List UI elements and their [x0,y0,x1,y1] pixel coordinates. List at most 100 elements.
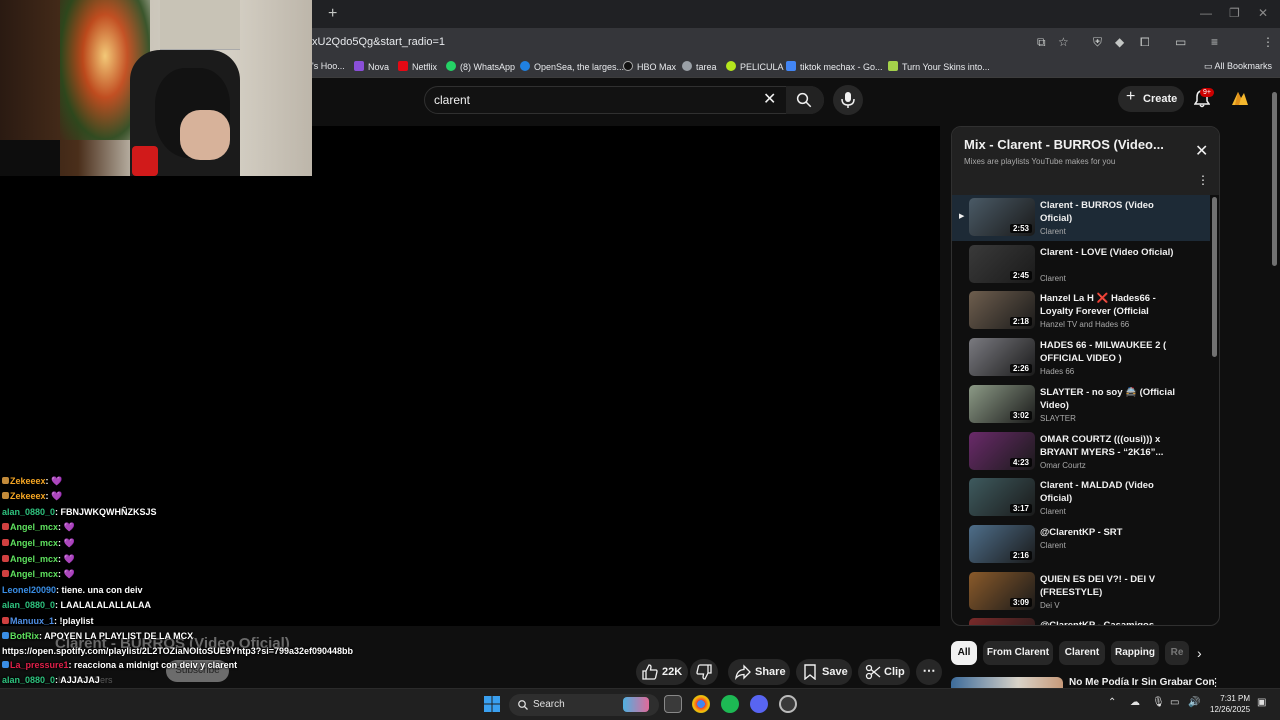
discord-icon[interactable] [750,695,768,713]
playlist-item[interactable]: 2:45 Clarent - LOVE (Video Oficial) Claren… [952,242,1210,288]
playlist-item-title[interactable]: HADES 66 - MILWAUKEE 2 ( OFFICIAL VIDEO … [1040,339,1180,365]
install-app-icon[interactable]: ⧉ [1037,35,1046,50]
bookmark-item[interactable]: Turn Your Skins into... [888,61,990,72]
all-bookmarks-button[interactable]: ▭ All Bookmarks [1204,61,1272,72]
bookmark-item[interactable]: PELICULA [726,61,784,72]
bookmark-item[interactable]: Netflix [398,61,437,72]
chrome-icon[interactable] [692,695,710,713]
cloud-icon[interactable]: ☁ [1130,697,1140,708]
playlist-thumbnail[interactable] [969,618,1035,625]
playlist-thumbnail[interactable]: 4:23 [969,431,1035,470]
search-button[interactable] [786,86,824,114]
bookmark-star-icon[interactable]: ☆ [1058,35,1069,49]
voice-search-button[interactable] [833,85,863,115]
close-playlist-icon[interactable]: ✕ [1195,141,1208,161]
bookmark-item[interactable]: HBO Max [623,61,676,72]
notification-center-icon[interactable]: ▣ [1257,697,1266,708]
chat-badge-icon [2,617,9,624]
more-actions-button[interactable]: ⋯ [916,659,942,685]
playlist-thumbnail[interactable]: 3:17 [969,478,1035,517]
playlist-item-title[interactable]: Hanzel La H ❌ Hades66 - Loyalty Forever … [1040,292,1180,318]
chat-username: BotRix [10,631,39,641]
chevron-right-icon[interactable]: › [1197,645,1202,661]
clip-button[interactable]: Clip [858,659,910,685]
reading-list-icon[interactable]: ≡ [1211,35,1218,49]
taskbar-search[interactable]: Search [509,694,659,716]
chip-from-clarent[interactable]: From Clarent [983,641,1053,665]
playlist-thumbnail[interactable]: 2:53 [969,198,1035,236]
playlist-item-title[interactable]: Clarent - BURROS (Video Oficial) [1040,199,1180,225]
volume-icon[interactable]: 🔊 [1188,697,1200,708]
playlist-scrollbar[interactable] [1212,197,1217,357]
bookmark-item[interactable]: (8) WhatsApp [446,61,515,72]
maximize-button[interactable]: ❐ [1229,6,1240,20]
dislike-button[interactable] [690,659,718,685]
create-button[interactable]: + Create [1118,86,1184,112]
windows-start-icon[interactable] [484,696,500,712]
account-avatar-icon[interactable] [1230,88,1250,108]
playlist-item-title[interactable]: Clarent - LOVE (Video Oficial) [1040,246,1180,259]
chat-text: : 💜 [45,476,63,486]
playlist-item[interactable]: @ClarentKP - Casamigos [952,615,1210,625]
clear-search-icon[interactable]: ✕ [763,89,776,109]
chat-username: Angel_mcx [10,554,59,564]
shield-extension-icon[interactable]: ⛨ [1093,35,1102,50]
chat-username: La_pressure1 [10,660,69,670]
puzzle-icon[interactable]: ⧠ [1140,35,1150,50]
playlist-thumbnail[interactable]: 2:16 [969,524,1035,563]
share-button[interactable]: Share [728,659,790,685]
split-view-icon[interactable]: ▭ [1175,35,1186,49]
chat-text: : LAALALALALLALAA [55,600,152,610]
playlist-menu-icon[interactable]: ⋮ [1197,173,1209,187]
playlist-item[interactable]: ▶ 2:53 Clarent - BURROS (Video Oficial) Cla… [952,195,1210,241]
recommendation-title[interactable]: No Me Podía Ir Sin Grabar Con [1069,677,1215,688]
save-button[interactable]: Save [796,659,852,685]
page-scrollbar[interactable] [1272,92,1277,266]
playlist-item[interactable]: 3:09 QUIEN ES DEI V?! - DEI V (FREESTYLE)… [952,569,1210,615]
playlist-item[interactable]: 3:02 SLAYTER - no soy 🚔 (Official Video) S… [952,382,1210,428]
playlist-thumbnail[interactable]: 2:45 [969,244,1035,283]
playlist-thumbnail[interactable]: 3:02 [969,384,1035,423]
playlist-item-title[interactable]: QUIEN ES DEI V?! - DEI V (FREESTYLE) [1040,573,1180,599]
playlist-item[interactable]: 4:23 OMAR COURTZ (((ousi))) x BRYANT MYER… [952,429,1210,475]
playlist-thumbnail[interactable]: 2:26 [969,338,1035,377]
playlist-item-title[interactable]: Clarent - MALDAD (Video Oficial) [1040,479,1180,505]
bookmark-item[interactable]: tiktok mechax - Go... [786,61,883,72]
bookmark-item[interactable]: Nova [354,61,389,72]
bookmark-item[interactable]: tarea [682,61,717,72]
playlist-item-title[interactable]: @ClarentKP - Casamigos [1040,619,1180,625]
chip-clarent[interactable]: Clarent [1059,641,1105,665]
like-button[interactable]: 22K [636,659,688,685]
playlist-item[interactable]: 2:16 @ClarentKP - SRT Clarent [952,522,1210,568]
playlist-thumbnail[interactable]: 3:09 [969,571,1035,610]
playlist-item[interactable]: 2:26 HADES 66 - MILWAUKEE 2 ( OFFICIAL VI… [952,335,1210,381]
search-query[interactable]: clarent [434,93,470,107]
chip-rapping[interactable]: Rapping [1111,641,1159,665]
bookmark-item[interactable]: OpenSea, the larges... [520,61,624,72]
playlist-title[interactable]: Mix - Clarent - BURROS (Video... [964,137,1164,152]
extension-icon[interactable]: ◆ [1115,35,1124,49]
close-window-button[interactable]: ✕ [1258,6,1268,20]
minimize-button[interactable]: — [1200,6,1212,20]
playlist-item-title[interactable]: SLAYTER - no soy 🚔 (Official Video) [1040,386,1180,412]
bookmark-item[interactable]: 's Hoo... [312,61,345,71]
browser-menu-icon[interactable]: ⋮ [1262,35,1274,49]
chat-message: La_pressure1: reacciona a midnigt con de… [2,660,237,670]
playlist-item-title[interactable]: @ClarentKP - SRT [1040,526,1180,539]
steam-icon[interactable] [779,695,797,713]
playlist-item-title[interactable]: OMAR COURTZ (((ousi))) x BRYANT MYERS - … [1040,433,1180,459]
microphone-icon[interactable]: 🎙 [1152,697,1165,708]
chat-badge-icon [2,523,9,530]
spotify-icon[interactable] [721,695,739,713]
taskbar-clock[interactable]: 7:31 PM 12/26/2025 [1210,693,1250,715]
playlist-item[interactable]: 3:17 Clarent - MALDAD (Video Oficial) Clar… [952,475,1210,521]
network-icon[interactable]: ▭ [1170,697,1179,708]
playlist-thumbnail[interactable]: 2:18 [969,291,1035,330]
chip-partial[interactable]: Re [1165,641,1189,665]
show-hidden-icons-icon[interactable]: ⌃ [1108,697,1116,708]
playlist-item[interactable]: 2:18 Hanzel La H ❌ Hades66 - Loyalty Fore… [952,288,1210,334]
task-view-icon[interactable] [664,695,682,713]
url-text[interactable]: xU2Qdo5Qg&start_radio=1 [312,36,445,48]
new-tab-button[interactable]: + [328,5,337,23]
chip-all[interactable]: All [951,641,977,665]
